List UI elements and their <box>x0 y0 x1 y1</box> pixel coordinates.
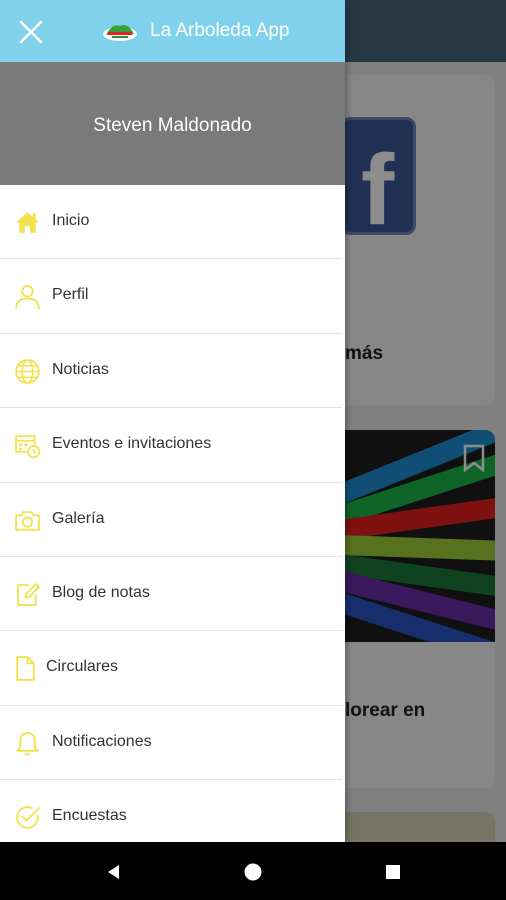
menu-item-galeria[interactable]: Galería <box>0 483 342 557</box>
file-icon <box>16 656 35 682</box>
globe-icon <box>15 358 40 384</box>
menu-item-label: Encuestas <box>52 807 127 825</box>
user-profile-area: Steven Maldonado <box>0 62 345 185</box>
check-circle-icon <box>16 806 40 829</box>
menu-item-label: Inicio <box>52 212 90 229</box>
menu-item-label: Blog de notas <box>52 583 150 601</box>
menu-item-perfil[interactable]: Perfil <box>0 259 342 334</box>
recents-icon[interactable] <box>383 862 403 882</box>
app-title: La Arboleda App <box>150 20 290 41</box>
navigation-drawer: La Arboleda App Steven Maldonado Inicio … <box>0 0 345 842</box>
menu-item-label: Notificaciones <box>52 732 152 750</box>
menu-item-circulares[interactable]: Circulares <box>0 631 342 706</box>
system-navigation-bar <box>0 842 506 900</box>
menu-item-label: Circulares <box>46 658 119 676</box>
menu-item-label: Noticias <box>52 360 109 378</box>
back-icon[interactable] <box>104 862 124 882</box>
menu-item-blog-de-notas[interactable]: Blog de notas <box>0 557 342 632</box>
home-icon <box>16 212 39 233</box>
menu-item-noticias[interactable]: Noticias <box>0 334 342 409</box>
menu-item-label: Perfil <box>52 286 89 304</box>
drawer-menu: Inicio Perfil Noticias Eventos e invitac… <box>0 185 345 842</box>
app-logo <box>103 25 137 41</box>
menu-item-inicio[interactable]: Inicio <box>0 185 342 260</box>
menu-item-notificaciones[interactable]: Notificaciones <box>0 706 342 781</box>
menu-item-label: Galería <box>52 509 105 527</box>
menu-item-eventos[interactable]: Eventos e invitaciones <box>0 408 342 483</box>
drawer-header: La Arboleda App <box>0 0 345 62</box>
close-icon[interactable] <box>18 19 44 45</box>
calendar-clock-icon <box>15 435 41 459</box>
user-name: Steven Maldonado <box>93 115 252 136</box>
menu-item-encuestas[interactable]: Encuestas <box>0 780 342 842</box>
user-icon <box>15 285 40 310</box>
home-button-icon[interactable] <box>243 862 263 882</box>
bell-icon <box>16 731 39 756</box>
camera-icon <box>15 510 40 531</box>
menu-item-label: Eventos e invitaciones <box>52 435 212 453</box>
edit-icon <box>17 583 40 606</box>
